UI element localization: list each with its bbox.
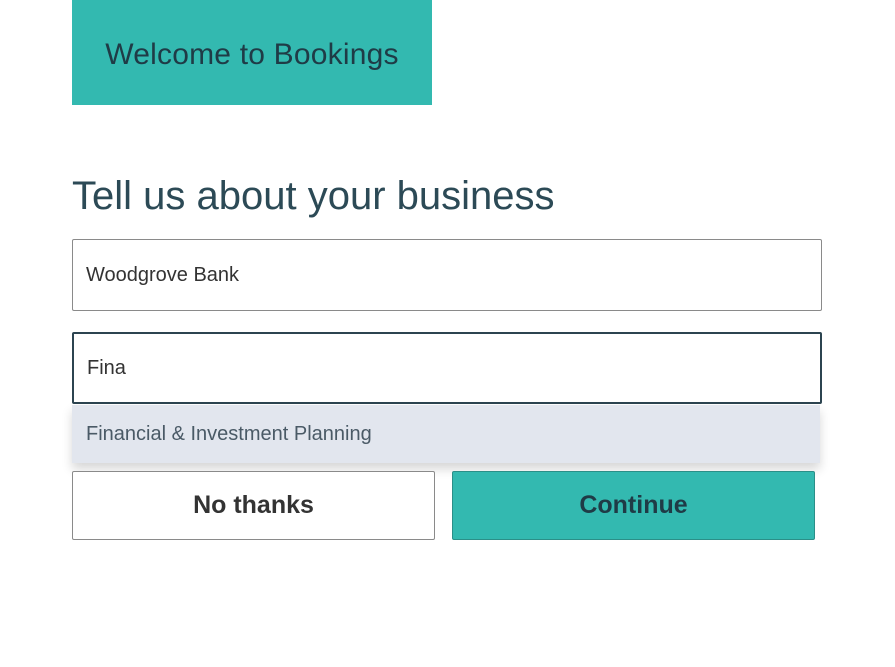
banner-title: Welcome to Bookings	[105, 37, 399, 71]
no-thanks-label: No thanks	[193, 491, 314, 519]
suggestion-label: Financial & Investment Planning	[86, 422, 372, 445]
no-thanks-button[interactable]: No thanks	[72, 471, 435, 540]
business-type-suggestion[interactable]: Financial & Investment Planning	[72, 405, 820, 463]
bookings-setup-page: Welcome to Bookings Tell us about your b…	[0, 0, 895, 667]
continue-button[interactable]: Continue	[452, 471, 815, 540]
welcome-banner: Welcome to Bookings	[72, 0, 432, 105]
continue-label: Continue	[579, 491, 688, 519]
business-name-input[interactable]	[72, 239, 822, 311]
page-title: Tell us about your business	[72, 174, 555, 218]
business-type-input[interactable]	[72, 332, 822, 404]
